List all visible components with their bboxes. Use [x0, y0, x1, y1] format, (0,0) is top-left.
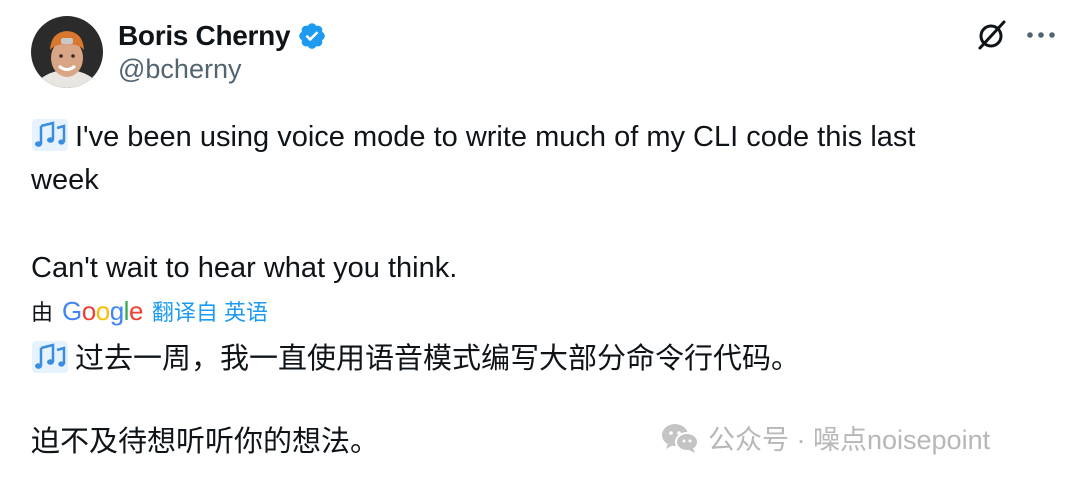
tweet-text-line-2: week — [31, 164, 99, 196]
translated-from-link[interactable]: 翻译自 英语 — [152, 295, 268, 327]
avatar[interactable] — [31, 16, 103, 88]
translated-by-label: 由 — [31, 300, 54, 325]
tweet-text: I've been using voice mode to write much… — [75, 121, 916, 153]
more-icon[interactable] — [1025, 28, 1057, 42]
translated-text-line-1: 过去一周，我一直使用语音模式编写大部分命令行代码。 — [31, 340, 800, 377]
translated-text-line-2: 迫不及待想听听你的想法。 — [31, 426, 380, 458]
wechat-icon — [662, 423, 699, 453]
grok-icon[interactable] — [975, 18, 1009, 52]
watermark: 公众号 · 噪点noisepoint — [660, 418, 990, 457]
tweet-text-line-3: Can't wait to hear what you think. — [31, 252, 458, 284]
google-logo: Google — [62, 295, 143, 326]
translation-attribution: 由 Google 翻译自 英语 — [31, 293, 268, 329]
tweet-card: Boris Cherny @bcherny I've been using vo… — [0, 0, 1080, 481]
author-name-row: Boris Cherny — [118, 17, 327, 55]
author-display-name[interactable]: Boris Cherny — [118, 20, 291, 52]
translated-text: 过去一周，我一直使用语音模式编写大部分命令行代码。 — [75, 343, 801, 375]
musical-notes-icon — [32, 341, 68, 373]
watermark-text: 公众号 · 噪点noisepoint — [708, 425, 991, 455]
musical-notes-icon — [32, 119, 68, 151]
avatar-image — [31, 16, 103, 88]
author-handle[interactable]: @bcherny — [118, 54, 241, 85]
tweet-text-line-1: I've been using voice mode to write much… — [31, 118, 916, 155]
verified-badge-icon[interactable] — [297, 21, 327, 51]
